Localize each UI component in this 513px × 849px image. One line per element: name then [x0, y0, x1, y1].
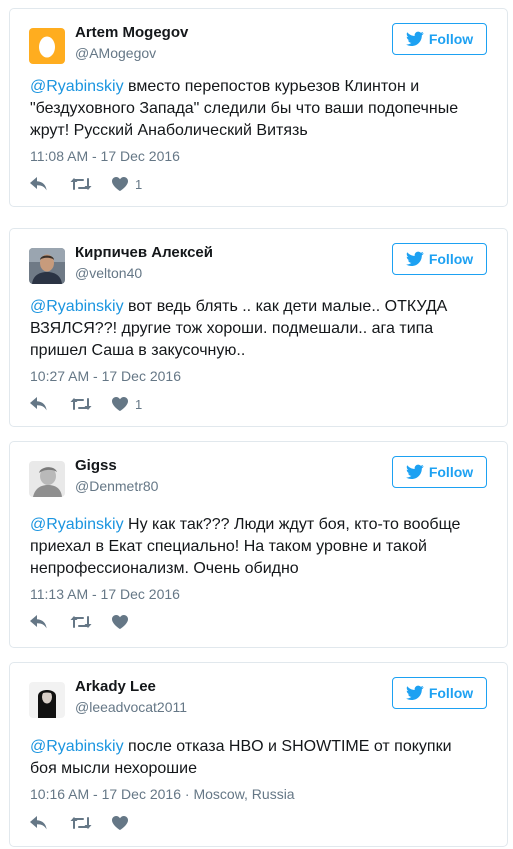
tweet-text: @Ryabinskiy после отказа HBO и SHOWTIME …: [30, 736, 470, 780]
twitter-bird-icon: [406, 685, 424, 701]
twitter-bird-icon: [406, 251, 424, 267]
reply-icon: [30, 177, 48, 191]
tweet-meta: 10:16 AM - 17 Dec 2016 · Moscow, Russia: [30, 786, 295, 802]
like-button[interactable]: 1: [112, 177, 142, 192]
tweet-card: Arkady Lee @leeadvocat2011 Follow @Ryabi…: [9, 662, 508, 847]
tweet-card: Кирпичев Алексей @velton40 Follow @Ryabi…: [9, 228, 508, 427]
user-name[interactable]: Artem Mogegov: [75, 23, 188, 43]
timestamp[interactable]: 11:08 AM - 17 Dec 2016: [30, 147, 180, 165]
retweet-button[interactable]: [70, 397, 92, 411]
like-button[interactable]: [112, 615, 135, 629]
heart-icon: [112, 177, 128, 191]
retweet-button[interactable]: [70, 177, 92, 191]
location[interactable]: Moscow, Russia: [193, 786, 294, 802]
retweet-icon: [70, 816, 92, 830]
follow-button[interactable]: Follow: [392, 243, 487, 275]
user-name[interactable]: Gigss: [75, 456, 117, 476]
tweet-text: @Ryabinskiy вместо перепостов курьезов К…: [30, 76, 470, 142]
user-handle[interactable]: @AMogegov: [75, 44, 156, 62]
follow-label: Follow: [428, 464, 474, 480]
reply-icon: [30, 397, 48, 411]
reply-button[interactable]: [30, 615, 48, 629]
follow-button[interactable]: Follow: [392, 456, 487, 488]
like-count: 1: [135, 176, 143, 192]
mention-link[interactable]: @Ryabinskiy: [30, 516, 124, 533]
dark-avatar[interactable]: [29, 682, 65, 718]
reply-button[interactable]: [30, 177, 48, 191]
like-button[interactable]: 1: [112, 397, 142, 412]
action-bar: 1: [30, 394, 142, 414]
user-name[interactable]: Кирпичев Алексей: [75, 243, 213, 263]
follow-button[interactable]: Follow: [392, 677, 487, 709]
mention-link[interactable]: @Ryabinskiy: [30, 78, 124, 95]
timestamp[interactable]: 11:13 AM - 17 Dec 2016: [30, 585, 180, 603]
mention-link[interactable]: @Ryabinskiy: [30, 738, 124, 755]
heart-icon: [112, 816, 128, 830]
follow-label: Follow: [428, 31, 474, 47]
heart-icon: [112, 615, 128, 629]
user-handle[interactable]: @velton40: [75, 264, 142, 282]
timestamp[interactable]: 10:27 AM - 17 Dec 2016: [30, 367, 181, 385]
action-bar: 1: [30, 174, 142, 194]
retweet-icon: [70, 397, 92, 411]
retweet-button[interactable]: [70, 816, 92, 830]
action-bar: [30, 813, 135, 833]
like-button[interactable]: [112, 816, 135, 830]
reply-icon: [30, 816, 48, 830]
timestamp[interactable]: 10:16 AM - 17 Dec 2016: [30, 786, 181, 802]
twitter-bird-icon: [406, 31, 424, 47]
retweet-icon: [70, 177, 92, 191]
user-handle[interactable]: @leeadvocat2011: [75, 698, 187, 716]
tweet-card: Gigss @Denmetr80 Follow @Ryabinskiy Ну к…: [9, 441, 508, 648]
mention-link[interactable]: @Ryabinskiy: [30, 298, 124, 315]
user-name[interactable]: Arkady Lee: [75, 677, 156, 697]
tweet-card: Artem Mogegov @AMogegov Follow @Ryabinsk…: [9, 8, 508, 207]
user-handle[interactable]: @Denmetr80: [75, 477, 158, 495]
sketch-avatar[interactable]: [29, 461, 65, 497]
like-count: 1: [135, 396, 143, 412]
follow-label: Follow: [428, 685, 474, 701]
follow-label: Follow: [428, 251, 474, 267]
tweet-text: @Ryabinskiy Ну как так??? Люди ждут боя,…: [30, 514, 470, 580]
egg-avatar[interactable]: [29, 28, 65, 64]
tweet-text: @Ryabinskiy вот ведь блять .. как дети м…: [30, 296, 470, 362]
reply-icon: [30, 615, 48, 629]
follow-button[interactable]: Follow: [392, 23, 487, 55]
reply-button[interactable]: [30, 816, 48, 830]
retweet-button[interactable]: [70, 615, 92, 629]
heart-icon: [112, 397, 128, 411]
photo-avatar[interactable]: [29, 248, 65, 284]
twitter-bird-icon: [406, 464, 424, 480]
reply-button[interactable]: [30, 397, 48, 411]
action-bar: [30, 612, 135, 632]
retweet-icon: [70, 615, 92, 629]
